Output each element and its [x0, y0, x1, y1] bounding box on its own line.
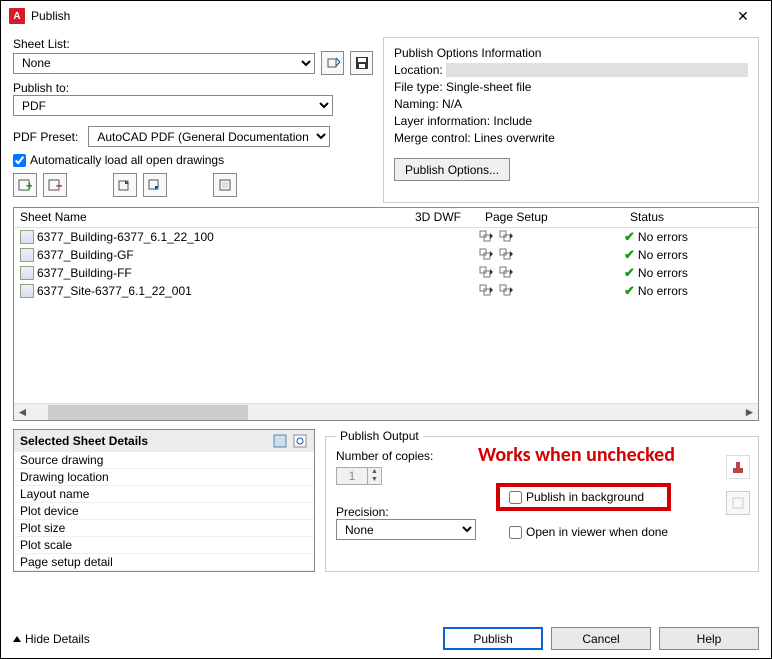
- sheet-name: 6377_Building-GF: [37, 248, 134, 262]
- details-item: Drawing location: [14, 469, 314, 486]
- details-item: Layout name: [14, 486, 314, 503]
- remove-sheets-button[interactable]: –: [43, 173, 67, 197]
- publish-output-heading: Publish Output: [336, 429, 423, 443]
- pdf-preset-label: PDF Preset:: [13, 130, 78, 144]
- save-sheet-list-button[interactable]: [350, 51, 373, 75]
- hide-details-toggle[interactable]: Hide Details: [13, 632, 90, 646]
- page-setup-icon: [479, 284, 493, 298]
- naming-label: Naming:: [394, 97, 439, 111]
- annotation-text: Works when unchecked: [478, 443, 675, 467]
- status-text: No errors: [638, 230, 688, 244]
- filetype-value: Single-sheet file: [446, 80, 531, 94]
- auto-load-label: Automatically load all open drawings: [30, 153, 224, 167]
- options-info-heading: Publish Options Information: [394, 46, 748, 60]
- location-label: Location:: [394, 63, 443, 77]
- cancel-button[interactable]: Cancel: [551, 627, 651, 650]
- publish-options-button[interactable]: Publish Options...: [394, 158, 510, 181]
- close-button[interactable]: ✕: [723, 1, 763, 31]
- table-row[interactable]: 6377_Building-GF ✔No errors: [14, 246, 758, 264]
- table-row[interactable]: 6377_Building-FF ✔No errors: [14, 264, 758, 282]
- table-row[interactable]: 6377_Building-6377_6.1_22_100 ✔No errors: [14, 228, 758, 246]
- details-item: Plot size: [14, 520, 314, 537]
- publish-button[interactable]: Publish: [443, 627, 543, 650]
- page-setup-icon: [479, 266, 493, 280]
- publish-background-checkbox[interactable]: [509, 491, 522, 504]
- open-viewer-checkbox[interactable]: [509, 526, 522, 539]
- sheet-name: 6377_Building-6377_6.1_22_100: [37, 230, 214, 244]
- load-sheet-list-button[interactable]: [321, 51, 344, 75]
- status-ok-icon: ✔: [624, 247, 635, 263]
- table-row[interactable]: 6377_Site-6377_6.1_22_001 ✔No errors: [14, 282, 758, 300]
- status-text: No errors: [638, 248, 688, 262]
- filetype-label: File type:: [394, 80, 443, 94]
- status-ok-icon: ✔: [624, 265, 635, 281]
- page-setup-icon: [479, 248, 493, 262]
- publish-background-label: Publish in background: [526, 490, 644, 504]
- location-value-redacted: [446, 63, 748, 77]
- window-title: Publish: [31, 9, 70, 23]
- svg-text:–: –: [56, 178, 62, 192]
- details-icon-preview[interactable]: [292, 433, 308, 449]
- page-setup-icon: [479, 230, 493, 244]
- publish-to-select[interactable]: PDF: [13, 95, 333, 116]
- details-item: Plot device: [14, 503, 314, 520]
- copies-value: [337, 468, 367, 484]
- layer-value: Include: [493, 114, 532, 128]
- merge-value: Lines overwrite: [474, 131, 555, 145]
- layer-label: Layer information:: [394, 114, 490, 128]
- status-ok-icon: ✔: [624, 283, 635, 299]
- col-header-status[interactable]: Status: [624, 208, 744, 227]
- precision-select[interactable]: None: [336, 519, 476, 540]
- plot-stamp-settings-button: [726, 491, 750, 515]
- col-header-name[interactable]: Sheet Name: [14, 208, 409, 227]
- add-sheets-button[interactable]: +: [13, 173, 37, 197]
- plot-stamp-button[interactable]: [726, 455, 750, 479]
- dropdown-icon[interactable]: [499, 230, 513, 244]
- publish-to-label: Publish to:: [13, 81, 373, 95]
- copies-label: Number of copies:: [336, 449, 433, 463]
- col-header-3ddwf[interactable]: 3D DWF: [409, 208, 479, 227]
- sheet-icon: [20, 230, 34, 244]
- sheet-grid[interactable]: Sheet Name 3D DWF Page Setup Status 6377…: [13, 207, 759, 421]
- details-icon-sheet: [272, 433, 288, 449]
- sheet-list-select[interactable]: None: [13, 53, 315, 74]
- sheet-name: 6377_Site-6377_6.1_22_001: [37, 284, 192, 298]
- status-text: No errors: [638, 284, 688, 298]
- collapse-icon: [13, 636, 21, 642]
- grid-hscrollbar[interactable]: ◄►: [14, 403, 758, 420]
- details-item: Page setup detail: [14, 554, 314, 571]
- dropdown-icon[interactable]: [499, 284, 513, 298]
- pdf-preset-select[interactable]: AutoCAD PDF (General Documentation): [88, 126, 330, 147]
- details-item: Plot scale: [14, 537, 314, 554]
- preview-button[interactable]: [213, 173, 237, 197]
- sheet-list-label: Sheet List:: [13, 37, 373, 51]
- move-up-button[interactable]: [113, 173, 137, 197]
- naming-value: N/A: [442, 97, 462, 111]
- sheet-icon: [20, 266, 34, 280]
- move-down-button[interactable]: [143, 173, 167, 197]
- open-viewer-label: Open in viewer when done: [526, 525, 668, 539]
- sheet-name: 6377_Building-FF: [37, 266, 132, 280]
- sheet-icon: [20, 248, 34, 262]
- details-item: Source drawing: [14, 452, 314, 469]
- svg-text:+: +: [26, 179, 32, 192]
- auto-load-checkbox[interactable]: [13, 154, 26, 167]
- status-text: No errors: [638, 266, 688, 280]
- dropdown-icon[interactable]: [499, 266, 513, 280]
- dropdown-icon[interactable]: [499, 248, 513, 262]
- details-heading: Selected Sheet Details: [20, 434, 148, 448]
- app-icon: A: [9, 8, 25, 24]
- copies-spinner: ▲▼: [336, 467, 382, 485]
- col-header-pagesetup[interactable]: Page Setup: [479, 208, 624, 227]
- sheet-icon: [20, 284, 34, 298]
- merge-label: Merge control:: [394, 131, 471, 145]
- help-button[interactable]: Help: [659, 627, 759, 650]
- status-ok-icon: ✔: [624, 229, 635, 245]
